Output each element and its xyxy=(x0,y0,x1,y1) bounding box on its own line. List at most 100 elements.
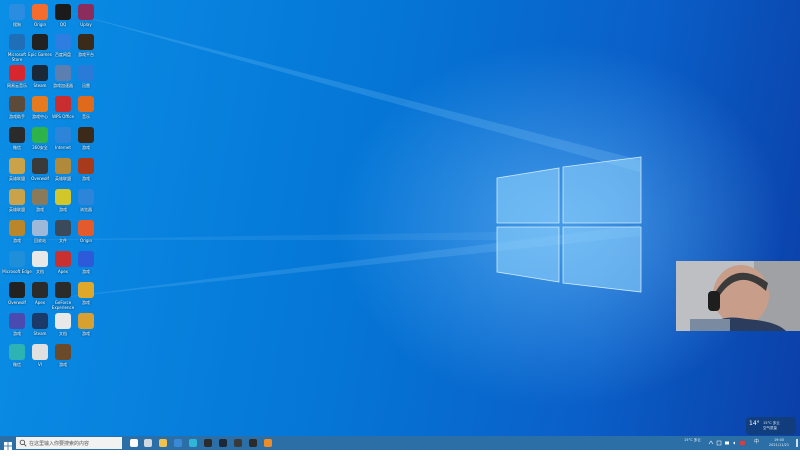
app-icon xyxy=(78,282,94,298)
desktop-icon[interactable]: Origin xyxy=(73,218,103,248)
desktop-icon[interactable]: 浏览器 xyxy=(73,187,103,217)
start-button[interactable] xyxy=(2,437,14,450)
app-icon xyxy=(78,127,94,143)
app-icon xyxy=(55,189,71,205)
desktop-icon-label: 游戏 xyxy=(59,362,67,367)
weather-widget[interactable]: 14° 15°C 多云 空气质量 xyxy=(746,417,796,435)
app-icon xyxy=(78,65,94,81)
obs-icon xyxy=(249,439,257,447)
app-icon xyxy=(55,220,71,236)
app-icon xyxy=(78,251,94,267)
clock[interactable]: 19:00 2021/11/21 xyxy=(766,438,792,447)
app-icon xyxy=(78,158,94,174)
taskbar-obs-button[interactable] xyxy=(247,437,259,449)
taskbar-edge-button[interactable] xyxy=(187,437,199,449)
weather-temp: 14° xyxy=(749,420,760,427)
webcam-overlay xyxy=(676,261,800,331)
windows-logo-icon xyxy=(4,442,12,450)
app-icon xyxy=(55,282,71,298)
tray-icons xyxy=(708,440,745,446)
app-icon xyxy=(32,313,48,329)
desktop-icon-label: 浏览器 xyxy=(80,207,92,212)
taskbar-steam-button[interactable] xyxy=(217,437,229,449)
desktop-icon-label: Uplay xyxy=(80,22,92,27)
app-icon xyxy=(32,158,48,174)
taskbar-task-view-button[interactable] xyxy=(128,437,140,449)
app-icon xyxy=(55,34,71,50)
app-icon xyxy=(78,313,94,329)
app-icon xyxy=(9,34,25,50)
desktop-icon[interactable]: 游戏 xyxy=(50,342,80,372)
app-icon xyxy=(55,158,71,174)
store-icon xyxy=(204,439,212,447)
search-icon xyxy=(19,439,27,447)
desktop-icon-label: 游戏 xyxy=(82,269,90,274)
app-icon xyxy=(264,439,272,447)
widgets-icon xyxy=(144,439,152,447)
app-icon xyxy=(78,220,94,236)
app-icon xyxy=(55,313,71,329)
app-icon xyxy=(32,344,48,360)
app-icon xyxy=(9,65,25,81)
app-icon xyxy=(55,344,71,360)
app-icon xyxy=(234,439,242,447)
desktop-icon[interactable]: 游戏平台 xyxy=(73,32,103,62)
desktop-icon-label: 音乐 xyxy=(82,114,90,119)
taskbar-store-button[interactable] xyxy=(202,437,214,449)
app-icon xyxy=(9,313,25,329)
desktop: 搜狗 Origin QQ Uplay Microsoft Store Epic Games… xyxy=(0,0,800,436)
taskbar-mail-button[interactable] xyxy=(172,437,184,449)
desktop-icon-label: 游戏 xyxy=(82,145,90,150)
file-explorer-icon xyxy=(159,439,167,447)
app-icon xyxy=(55,127,71,143)
desktop-icon-label: Origin xyxy=(79,238,93,243)
app-icon xyxy=(9,251,25,267)
app-icon xyxy=(32,251,48,267)
taskbar-search-box[interactable]: 在这里输入你要搜索的内容 xyxy=(16,437,122,449)
app-icon xyxy=(32,96,48,112)
taskbar-app-button[interactable] xyxy=(262,437,274,449)
app-icon xyxy=(55,251,71,267)
desktop-icon[interactable]: 游戏 xyxy=(73,249,103,279)
app-icon xyxy=(55,96,71,112)
desktop-icon[interactable]: Uplay xyxy=(73,2,103,32)
app-icon xyxy=(32,4,48,20)
desktop-icon[interactable]: 游戏 xyxy=(73,311,103,341)
app-icon xyxy=(9,96,25,112)
show-desktop-button[interactable] xyxy=(796,439,798,447)
app-icon xyxy=(55,65,71,81)
taskbar-widgets-button[interactable] xyxy=(142,437,154,449)
app-icon xyxy=(32,282,48,298)
app-icon xyxy=(78,4,94,20)
desktop-icon[interactable]: 音乐 xyxy=(73,94,103,124)
app-icon xyxy=(32,34,48,50)
app-icon xyxy=(55,4,71,20)
steam-icon xyxy=(219,439,227,447)
desktop-icon[interactable]: 迅雷 xyxy=(73,63,103,93)
app-icon xyxy=(32,127,48,143)
system-tray: 15°C 多云 中 19:00 2021/11/21 xyxy=(684,436,800,450)
search-placeholder: 在这里输入你要搜索的内容 xyxy=(29,441,90,447)
wallpaper xyxy=(0,10,642,300)
desktop-icon-label: 游戏 xyxy=(82,300,90,305)
app-icon xyxy=(9,158,25,174)
app-icon xyxy=(9,282,25,298)
desktop-icon[interactable]: 游戏 xyxy=(73,280,103,310)
input-language-indicator[interactable]: 中 xyxy=(754,440,759,445)
app-icon xyxy=(78,189,94,205)
weather-desc: 15°C 多云 空气质量 xyxy=(763,421,780,430)
taskbar-file-explorer-button[interactable] xyxy=(157,437,169,449)
task-view-icon xyxy=(130,439,138,447)
taskbar-app-button[interactable] xyxy=(232,437,244,449)
app-icon xyxy=(9,127,25,143)
desktop-icon-label: 迅雷 xyxy=(82,83,90,88)
app-icon xyxy=(78,34,94,50)
app-icon xyxy=(32,65,48,81)
taskbar: 在这里输入你要搜索的内容 15°C 多云 中 19:00 2021/11/21 xyxy=(0,436,800,450)
tray-weather[interactable]: 15°C 多云 xyxy=(684,438,706,443)
app-icon xyxy=(9,344,25,360)
app-icon xyxy=(32,189,48,205)
app-icon xyxy=(9,4,25,20)
desktop-icon[interactable]: 游戏 xyxy=(73,156,103,186)
desktop-icon[interactable]: 游戏 xyxy=(73,125,103,155)
